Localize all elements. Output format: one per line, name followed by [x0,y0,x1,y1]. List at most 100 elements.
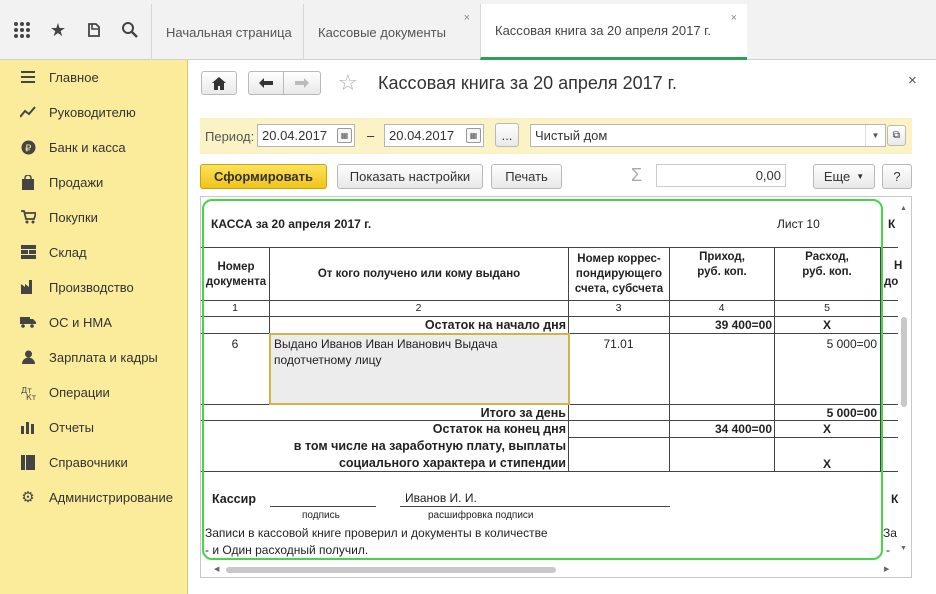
ruble-icon: ₽ [20,139,36,155]
date-from-field[interactable]: 20.04.2017 ▦ [257,124,355,147]
column-header-doc-number: Номер документа [205,261,267,288]
report-cut-text: К [891,492,899,506]
sidebar-item-label: Склад [49,244,87,260]
scrollbar-thumb[interactable] [901,317,907,407]
sidebar-item-reports[interactable]: Отчеты [0,412,188,442]
opening-balance-label: Остаток на начало дня [424,318,566,332]
sidebar-item-fixed-assets[interactable]: ОС и НМА [0,307,188,337]
sidebar-item-bank[interactable]: ₽ Банк и касса [0,132,188,162]
horizontal-scrollbar[interactable]: ◀ ▶ [214,565,894,575]
sidebar-item-label: Справочники [49,454,128,470]
star-icon[interactable]: ★ [46,18,70,42]
forward-button[interactable] [283,71,321,95]
print-button[interactable]: Печать [491,164,562,189]
period-dash: – [367,128,375,143]
more-button[interactable]: Еще ▼ [813,164,875,189]
scroll-up-icon[interactable]: ▲ [900,205,907,212]
close-icon[interactable]: × [731,12,737,24]
cart-icon [20,209,36,225]
bag-icon [20,174,36,190]
opening-balance-expense: Х [822,318,831,332]
calendar-icon[interactable]: ▦ [337,128,352,143]
sidebar-item-purchases[interactable]: Покупки [0,202,188,232]
report-cut-text: - [886,543,890,557]
sidebar-item-manager[interactable]: Руководителю [0,97,188,127]
period-select-button[interactable]: ... [495,123,519,147]
decode-line [400,506,670,507]
scroll-left-icon[interactable]: ◀ [214,565,219,573]
column-number: 3 [615,302,622,314]
sidebar-item-administration[interactable]: ⚙ Администрирование [0,482,188,512]
organization-value: Чистый дом [535,128,608,143]
date-from-value: 20.04.2017 [262,128,328,143]
column-number: 2 [415,302,422,314]
table-line [201,471,898,472]
warehouse-icon [20,244,36,260]
sum-field[interactable]: 0,00 [656,164,786,187]
tab-home[interactable]: Начальная страница [151,4,303,60]
favorite-star-icon[interactable]: ☆ [338,71,362,95]
sidebar-item-warehouse[interactable]: Склад [0,237,188,267]
scrollbar-thumb[interactable] [226,567,556,573]
factory-icon [20,279,36,295]
help-button[interactable]: ? [882,164,912,189]
decode-caption: расшифровка подписи [428,510,534,521]
organization-field[interactable]: Чистый дом ▼ [530,124,886,147]
open-organization-button[interactable]: ⧉ [887,125,906,146]
sidebar-item-main[interactable]: Главное [0,62,188,92]
tab-label: Кассовые документы [318,24,446,40]
sidebar-item-operations[interactable]: Дт Кт Операции [0,377,188,407]
gear-icon: ⚙ [21,489,35,506]
salary-label-line1: в том числе на заработную плату, выплаты [293,439,566,453]
show-settings-button[interactable]: Показать настройки [337,164,483,189]
generate-button[interactable]: Сформировать [200,164,327,189]
scroll-right-icon[interactable]: ▶ [884,565,889,573]
sidebar-item-label: Производство [49,279,134,295]
calendar-icon[interactable]: ▦ [466,128,481,143]
date-to-field[interactable]: 20.04.2017 ▦ [384,124,484,147]
column-header-account: Номер коррес-пондирующего счета, субсчет… [574,253,664,295]
sum-value: 0,00 [755,168,781,183]
report-cut-text: За [883,526,897,540]
row-doc-number: 6 [231,337,239,351]
close-icon[interactable]: × [464,12,470,24]
back-button[interactable] [248,71,284,95]
table-line [201,316,898,317]
row-description: Выдано Иванов Иван Иванович Выдача подот… [274,337,498,367]
svg-text:Кт: Кт [26,393,36,400]
search-icon[interactable] [118,18,142,42]
chevron-down-icon[interactable]: ▼ [865,125,885,146]
tab-cash-documents[interactable]: Кассовые документы × [303,4,480,60]
table-line [201,300,898,301]
table-line [774,247,775,471]
scroll-down-icon[interactable]: ▼ [900,545,907,552]
tab-cash-book[interactable]: Кассовая книга за 20 апреля 2017 г. × [480,4,747,60]
sum-icon: Σ [631,165,643,185]
trend-icon [20,104,36,120]
grid-icon[interactable] [10,18,34,42]
day-total-expense: 5 000=00 [826,406,877,420]
sidebar-item-salary[interactable]: Зарплата и кадры [0,342,188,372]
opening-balance-income: 39 400=00 [714,318,772,332]
day-total-label: Итого за день [480,406,566,420]
cashier-label: Кассир [212,492,256,506]
history-icon[interactable] [82,18,106,42]
footer-line2: - и Один расходный получил. [205,543,369,557]
report-cut-text: до [884,276,899,288]
sidebar: Главное Руководителю ₽ Банк и касса Прод… [0,60,188,594]
report-cut-text: К [888,217,896,231]
date-to-value: 20.04.2017 [389,128,455,143]
table-line [201,420,898,421]
salary-expense: Х [822,457,831,471]
home-button[interactable] [201,71,237,95]
sidebar-item-production[interactable]: Производство [0,272,188,302]
table-line [669,247,670,471]
report-heading: КАССА за 20 апреля 2017 г. [211,217,372,231]
sidebar-item-sales[interactable]: Продажи [0,167,188,197]
sidebar-item-directories[interactable]: Справочники [0,447,188,477]
close-icon[interactable]: × [908,72,917,89]
vertical-scrollbar[interactable]: ▲ ▼ [899,205,909,555]
sidebar-item-label: Отчеты [49,419,94,435]
sidebar-item-label: Операции [49,384,110,400]
chart-icon [20,419,36,435]
